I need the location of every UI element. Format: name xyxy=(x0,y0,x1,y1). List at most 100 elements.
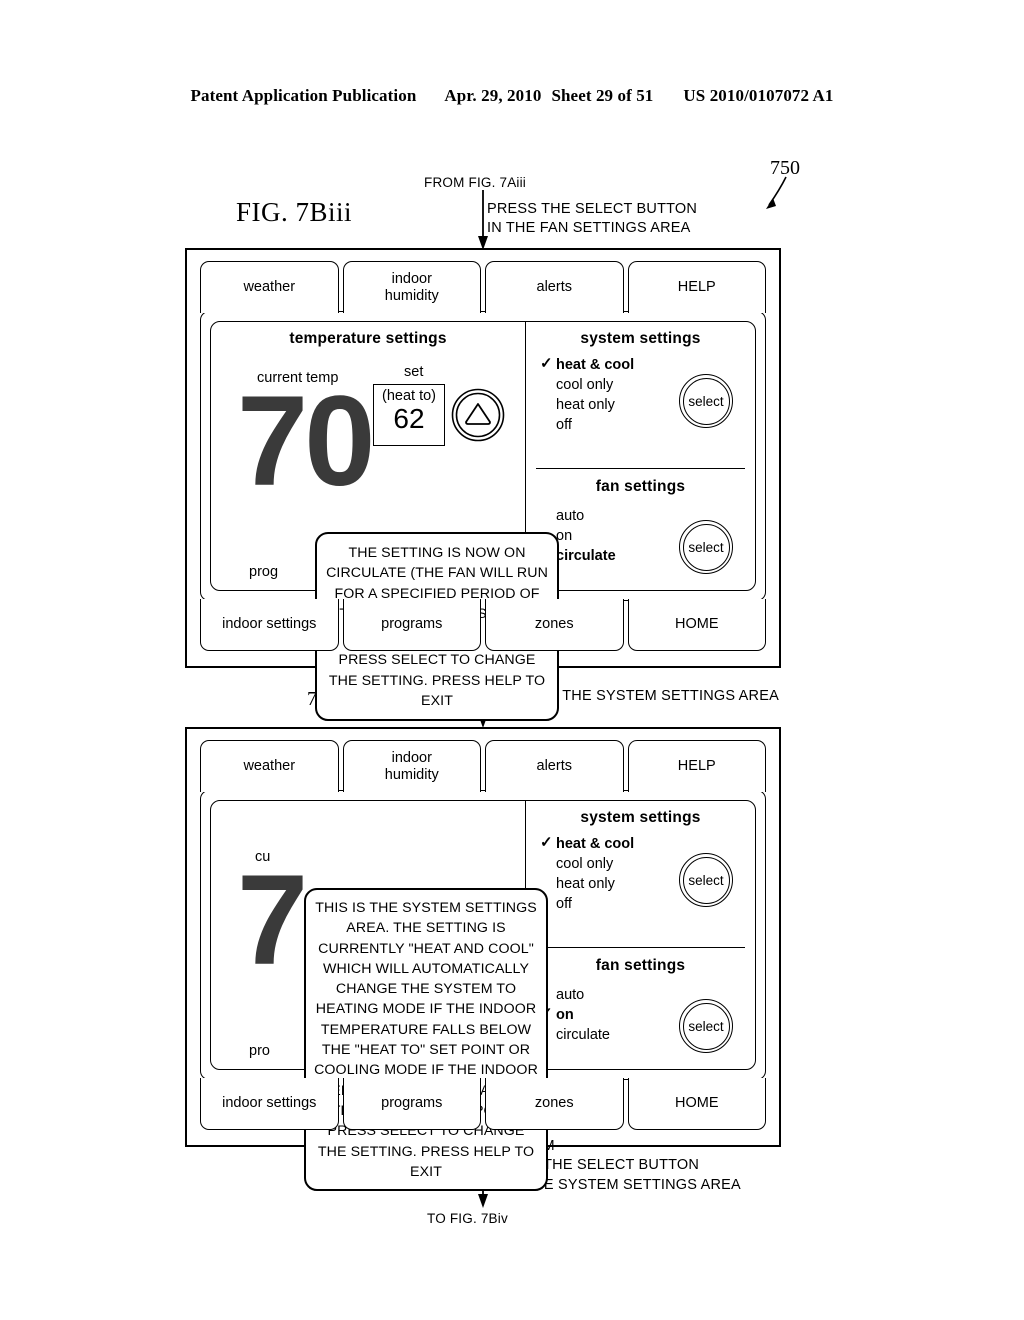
arrow-from-fig-7aiii xyxy=(478,190,488,250)
nav-indoor-humidity-label: indoor humidity xyxy=(385,271,439,305)
fan-settings-title: fan settings xyxy=(595,957,686,974)
current-temp-value: 70 xyxy=(237,370,375,513)
nav-weather-button[interactable]: weather xyxy=(200,261,339,313)
select-button-label: select xyxy=(682,377,730,425)
nav-home-label: HOME xyxy=(675,1095,719,1111)
nav-home-button[interactable]: HOME xyxy=(627,599,766,651)
nav-alerts-button[interactable]: alerts xyxy=(485,261,624,313)
nav-programs-label: programs xyxy=(381,616,443,632)
lead-line-750 xyxy=(766,176,787,209)
system-settings-select-button[interactable]: select xyxy=(679,853,733,907)
nav-zones-label: zones xyxy=(534,1095,574,1111)
system-settings-select-button[interactable]: select xyxy=(679,374,733,428)
set-label: set xyxy=(404,364,424,380)
system-option-cool-only[interactable]: cool only xyxy=(540,375,634,395)
figure-label: FIG. 7Biii xyxy=(236,197,353,227)
nav-zones-label: zones xyxy=(534,616,574,632)
programs-indicator-label: prog xyxy=(249,564,279,580)
system-option-off[interactable]: off xyxy=(540,894,634,914)
screen1-top-nav: weather indoor humidity alerts HELP xyxy=(200,261,766,313)
screen1-fan-settings-area[interactable]: fan settings auto on circulate select xyxy=(526,472,755,590)
fan-option-on[interactable]: on xyxy=(540,1004,610,1025)
screen2-system-settings-area[interactable]: system settings heat & cool cool only he… xyxy=(526,801,755,944)
top-instruction: PRESS THE SELECT BUTTON IN THE FAN SETTI… xyxy=(487,200,697,238)
top-instruction-line1: PRESS THE SELECT BUTTON xyxy=(487,201,698,217)
nav-indoor-settings-label: indoor settings xyxy=(222,1095,317,1111)
header-patent-number: US 2010/0107072 A1 xyxy=(683,86,834,105)
nav-programs-button[interactable]: programs xyxy=(342,599,481,651)
nav-alerts-button[interactable]: alerts xyxy=(485,740,624,792)
from-figure-annotation: FROM FIG. 7Aiii xyxy=(424,175,527,190)
nav-weather-label: weather xyxy=(243,279,296,295)
select-button-label: select xyxy=(682,1002,730,1050)
nav-indoor-humidity-line2: humidity xyxy=(384,766,439,783)
system-settings-title: system settings xyxy=(580,809,701,826)
nav-help-label: HELP xyxy=(677,279,716,295)
fan-option-auto[interactable]: auto xyxy=(540,985,610,1005)
popup1-paragraph-2: PRESS SELECT TO CHANGE THE SETTING. PRES… xyxy=(328,652,546,710)
screen2-fan-settings-area[interactable]: fan settings auto on circulate select xyxy=(526,951,755,1069)
settings-divider xyxy=(536,947,745,948)
screen1-display: temperature settings current temp 70 set… xyxy=(200,311,766,722)
nav-zones-button[interactable]: zones xyxy=(485,1078,624,1130)
screen2-top-nav: weather indoor humidity alerts HELP xyxy=(200,740,766,792)
nav-indoor-humidity-line1: indoor xyxy=(391,270,432,287)
nav-indoor-humidity-line2: humidity xyxy=(384,287,439,304)
popup2-paragraph-2: PRESS SELECT TO CHANGE THE SETTING. PRES… xyxy=(317,1123,535,1180)
nav-indoor-settings-label: indoor settings xyxy=(222,616,317,632)
select-button-label: select xyxy=(682,856,730,904)
programs-indicator-label: pro xyxy=(249,1043,270,1059)
nav-programs-label: programs xyxy=(381,1095,443,1111)
nav-weather-button[interactable]: weather xyxy=(200,740,339,792)
setpoint-mode-label: (heat to) xyxy=(382,388,436,404)
nav-alerts-label: alerts xyxy=(536,279,572,295)
nav-zones-button[interactable]: zones xyxy=(485,599,624,651)
system-settings-title: system settings xyxy=(580,330,701,347)
screen2-help-popup: THIS IS THE SYSTEM SETTINGS AREA. THE SE… xyxy=(304,888,548,1192)
system-settings-options: heat & cool cool only heat only off xyxy=(540,354,634,435)
fan-settings-title: fan settings xyxy=(595,478,686,495)
nav-indoor-humidity-line1: indoor xyxy=(391,749,432,766)
nav-programs-button[interactable]: programs xyxy=(342,1078,481,1130)
select-button-label: select xyxy=(682,523,730,571)
top-instruction-line2: IN THE FAN SETTINGS AREA xyxy=(487,220,691,236)
system-option-heat-and-cool[interactable]: heat & cool xyxy=(540,833,634,854)
system-option-heat-and-cool[interactable]: heat & cool xyxy=(540,354,634,375)
nav-indoor-settings-button[interactable]: indoor settings xyxy=(200,599,339,651)
fan-option-circulate[interactable]: circulate xyxy=(540,1025,610,1045)
thermostat-screen-2: weather indoor humidity alerts HELP cu 7 xyxy=(185,727,781,1192)
nav-indoor-settings-button[interactable]: indoor settings xyxy=(200,1078,339,1130)
nav-help-button[interactable]: HELP xyxy=(627,740,766,792)
nav-alerts-label: alerts xyxy=(536,758,572,774)
system-option-off[interactable]: off xyxy=(540,415,634,435)
nav-help-button[interactable]: HELP xyxy=(627,261,766,313)
current-temp-value: 7 xyxy=(237,849,308,992)
to-figure-annotation: TO FIG. 7Biv xyxy=(427,1211,508,1226)
nav-help-label: HELP xyxy=(677,758,716,774)
screen2-display: cu 7 pro system settings heat & cool coo… xyxy=(200,790,766,1192)
setpoint-box[interactable]: (heat to) 62 xyxy=(373,384,445,446)
system-option-cool-only[interactable]: cool only xyxy=(540,854,634,874)
screen1-settings-area: system settings heat & cool cool only he… xyxy=(526,322,755,590)
fan-option-auto[interactable]: auto xyxy=(540,506,616,526)
system-option-heat-only[interactable]: heat only xyxy=(540,874,634,894)
fan-settings-select-button[interactable]: select xyxy=(679,999,733,1053)
system-settings-options: heat & cool cool only heat only off xyxy=(540,833,634,914)
triangle-up-icon xyxy=(451,388,505,442)
setpoint-value: 62 xyxy=(393,403,425,434)
fan-settings-select-button[interactable]: select xyxy=(679,520,733,574)
header-date: Apr. 29, 2010 xyxy=(444,86,542,105)
nav-home-label: HOME xyxy=(675,616,719,632)
nav-indoor-humidity-button[interactable]: indoor humidity xyxy=(342,740,481,792)
settings-divider xyxy=(536,468,745,469)
nav-indoor-humidity-label: indoor humidity xyxy=(385,750,439,784)
nav-weather-label: weather xyxy=(243,758,296,774)
page-header: Patent Application Publication Apr. 29, 2… xyxy=(0,86,1024,106)
screen1-system-settings-area[interactable]: system settings heat & cool cool only he… xyxy=(526,322,755,465)
system-option-heat-only[interactable]: heat only xyxy=(540,395,634,415)
nav-home-button[interactable]: HOME xyxy=(627,1078,766,1130)
screen2-settings-area: system settings heat & cool cool only he… xyxy=(526,801,755,1069)
nav-indoor-humidity-button[interactable]: indoor humidity xyxy=(342,261,481,313)
increase-temperature-button[interactable] xyxy=(451,388,505,442)
thermostat-screen-1: weather indoor humidity alerts HELP temp… xyxy=(185,248,781,722)
